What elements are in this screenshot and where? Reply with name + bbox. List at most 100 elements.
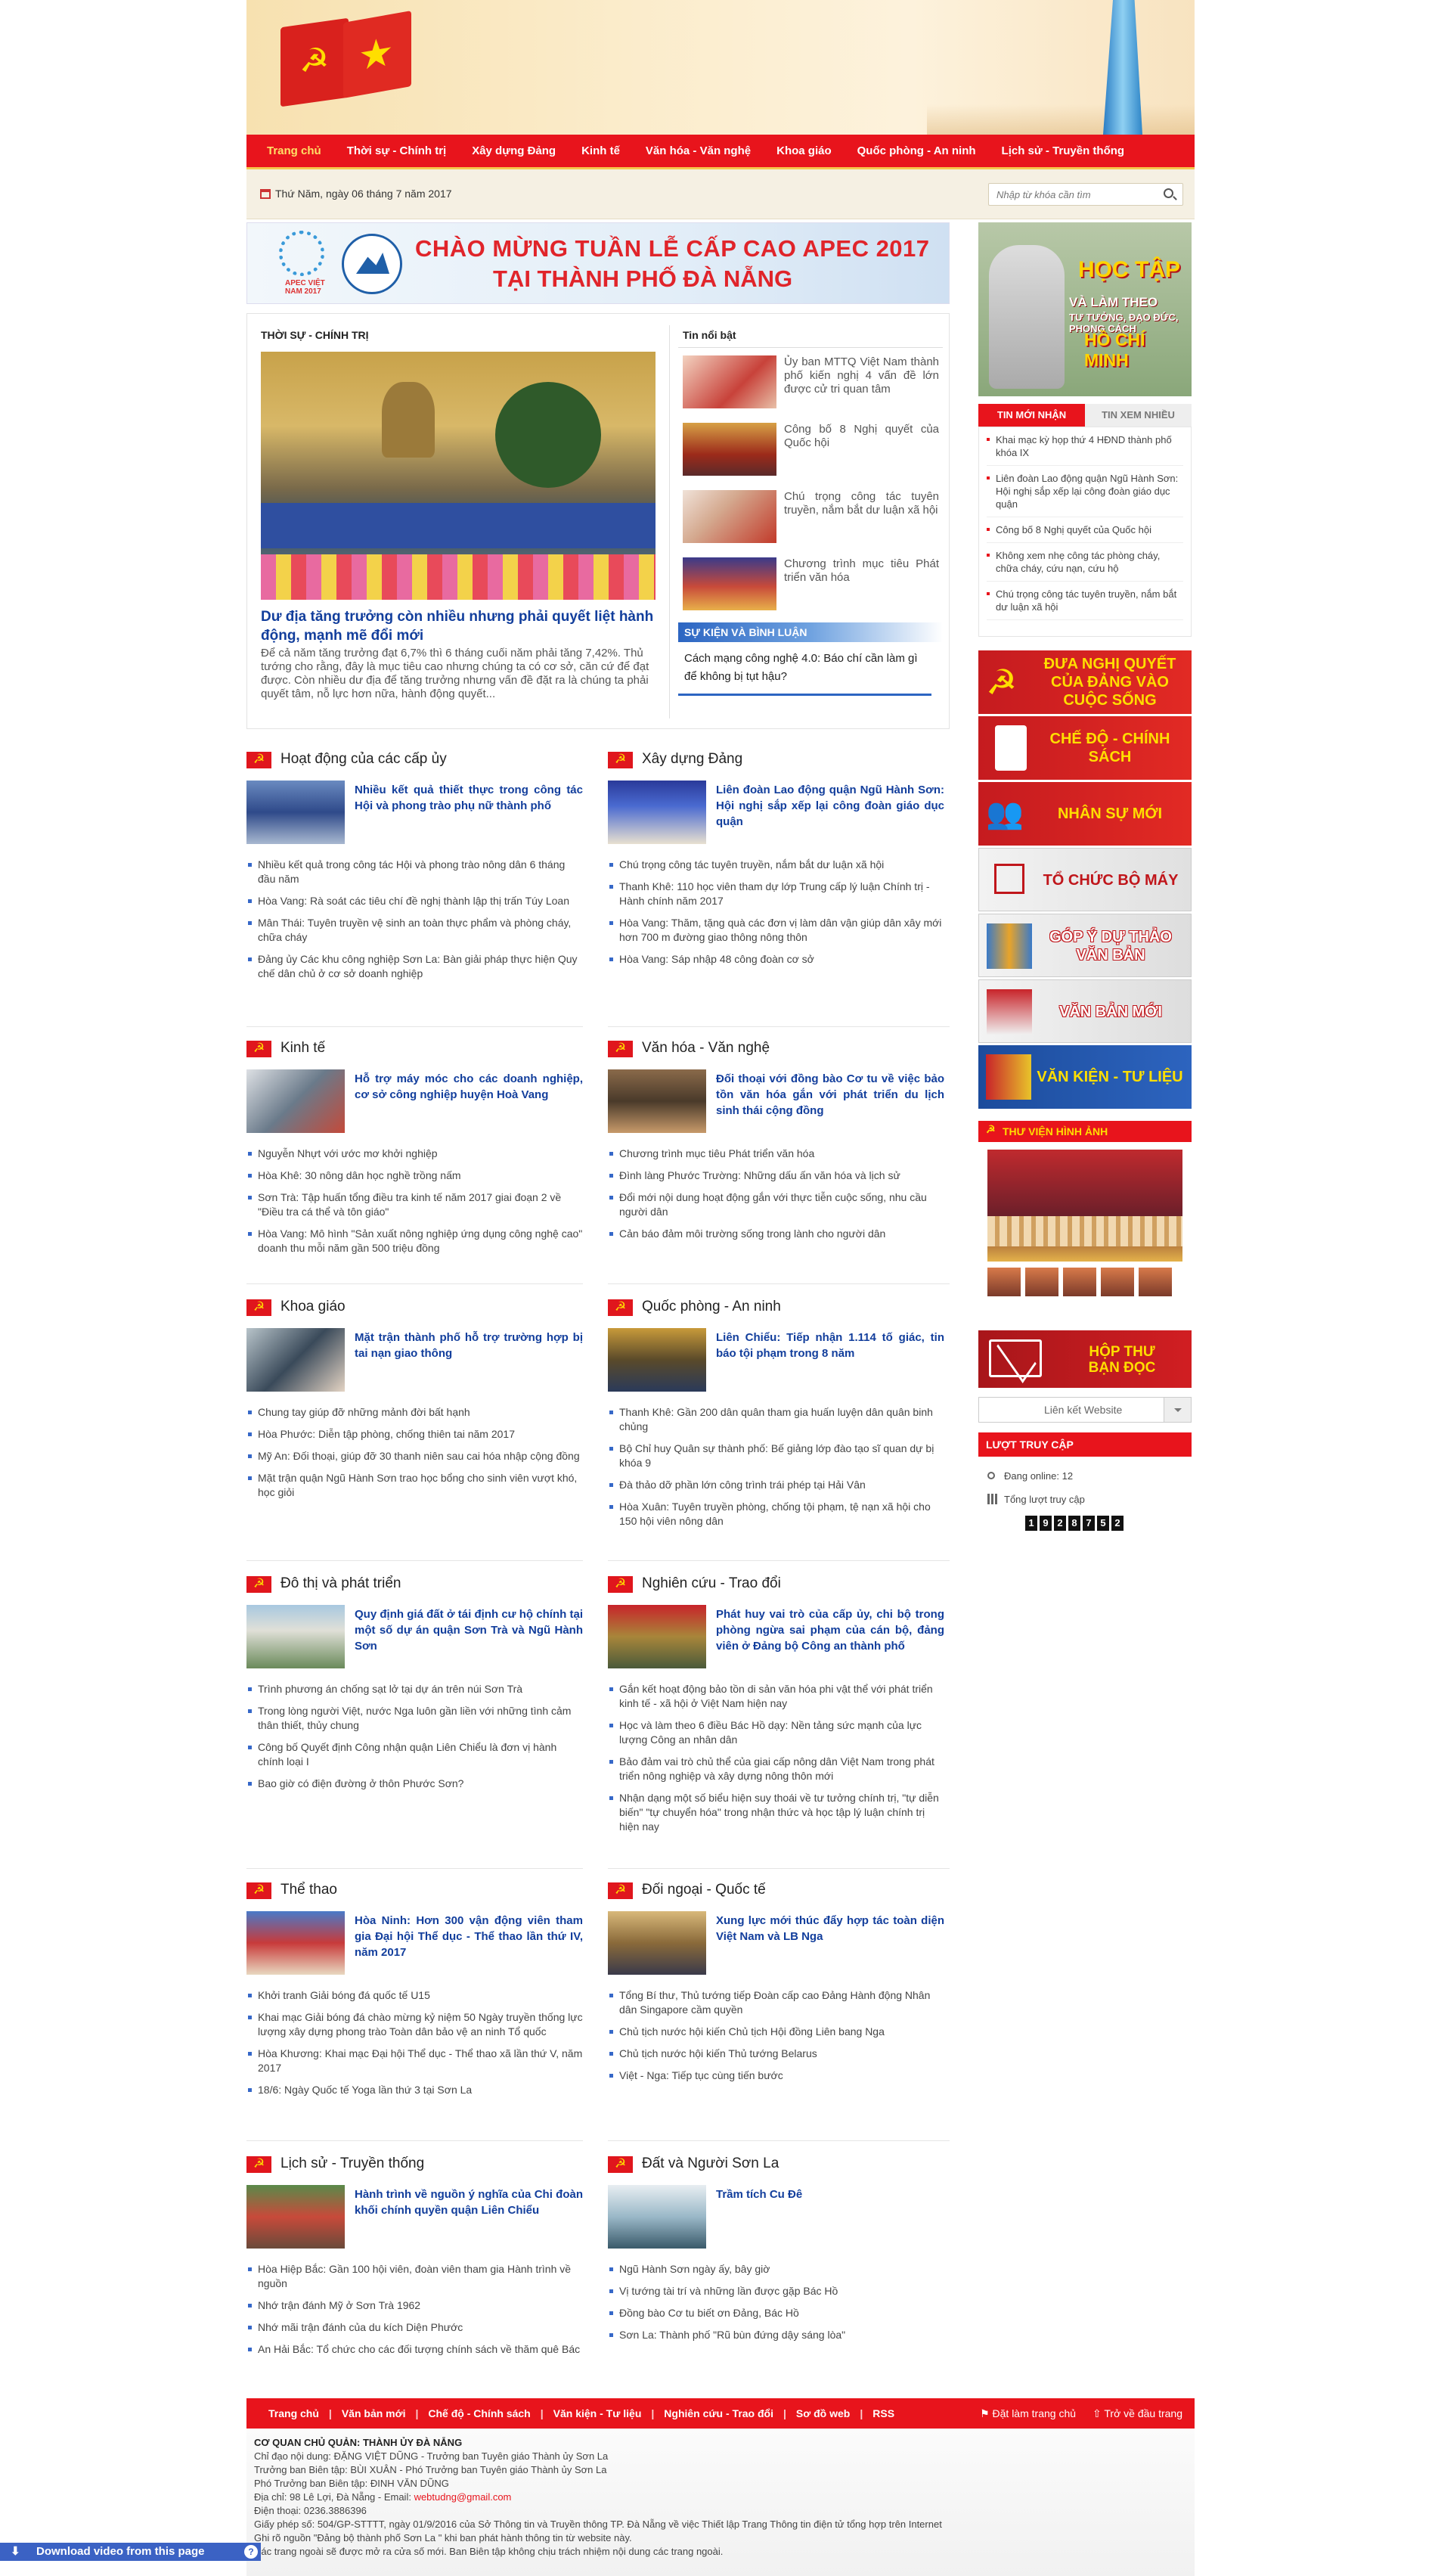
lead-title[interactable]: Quy định giá đất ở tái định cư hộ chính … (355, 1606, 583, 1654)
news-thumbnail[interactable] (246, 781, 345, 844)
set-homepage-link[interactable]: ⚑ Đặt làm trang chủ (980, 2398, 1076, 2429)
list-item[interactable]: 18/6: Ngày Quốc tế Yoga lần thứ 3 tại Sơ… (246, 2083, 583, 2097)
news-thumbnail[interactable] (246, 1911, 345, 1975)
tab-latest[interactable]: TIN MỚI NHẬN (978, 404, 1085, 427)
list-item[interactable]: Gắn kết hoạt động bảo tồn di sản văn hóa… (608, 1682, 944, 1711)
news-thumbnail[interactable] (608, 1605, 706, 1668)
list-item[interactable]: Liên đoàn Lao động quận Ngũ Hành Sơn: Hộ… (987, 472, 1183, 517)
list-item[interactable]: Hòa Vang: Sáp nhập 48 công đoàn cơ sở (608, 952, 944, 967)
nav-item-party-building[interactable]: Xây dựng Đảng (459, 134, 569, 169)
list-item[interactable]: Thanh Khê: 110 học viên tham dự lớp Trun… (608, 880, 944, 908)
list-item[interactable]: Khai mạc kỳ họp thứ 4 HĐND thành phố khó… (987, 433, 1183, 466)
ho-chi-minh-banner[interactable]: HỌC TẬP VÀ LÀM THEO TƯ TƯỞNG, ĐẠO ĐỨC, P… (978, 222, 1192, 396)
lead-title[interactable]: Đối thoại với đồng bào Cơ tu về việc bảo… (716, 1071, 944, 1119)
section-title[interactable]: Đất và Người Sơn La (642, 2155, 779, 2172)
library-photo[interactable] (987, 1150, 1182, 1262)
news-thumbnail[interactable] (608, 1069, 706, 1133)
list-item[interactable]: Mỹ An: Đối thoại, giúp đỡ 30 thanh niên … (246, 1449, 583, 1463)
nav-item-history[interactable]: Lịch sử - Truyền thống (989, 134, 1138, 169)
news-thumbnail[interactable] (246, 2185, 345, 2249)
list-item[interactable]: Hòa Khê: 30 nông dân học nghề trồng nấm (246, 1169, 583, 1183)
search-input[interactable] (989, 184, 1151, 205)
list-item[interactable]: Chú trọng công tác tuyên truyền, nắm bắt… (608, 858, 944, 872)
reader-mailbox[interactable]: HỘP THƯ BẠN ĐỌC (978, 1330, 1192, 1388)
news-thumbnail[interactable] (683, 355, 776, 408)
list-item[interactable]: Thanh Khê: Gần 200 dân quân tham gia huấ… (608, 1405, 944, 1434)
hot-news-item[interactable]: Ủy ban MTTQ Việt Nam thành phố kiến nghị… (678, 349, 943, 415)
news-thumbnail[interactable] (683, 490, 776, 543)
list-item[interactable]: Chú trọng công tác tuyên truyền, nắm bắt… (987, 588, 1183, 620)
list-item[interactable]: Nhớ trận đánh Mỹ ở Sơn Trà 1962 (246, 2298, 583, 2313)
events-title[interactable]: Cách mạng công nghệ 4.0: Báo chí cần làm… (678, 642, 931, 696)
back-to-top-link[interactable]: ⇧ Trở về đầu trang (1093, 2398, 1182, 2429)
list-item[interactable]: An Hải Bắc: Tổ chức cho các đối tượng ch… (246, 2342, 583, 2357)
events-label[interactable]: SỰ KIỆN VÀ BÌNH LUẬN (678, 622, 943, 642)
nav-item-politics[interactable]: Thời sự - Chính trị (334, 134, 460, 169)
list-item[interactable]: Mặt trận quận Ngũ Hành Sơn trao học bổng… (246, 1471, 583, 1500)
list-item[interactable]: Chương trình mục tiêu Phát triển văn hóa (608, 1147, 944, 1161)
nav-item-defense[interactable]: Quốc phòng - An ninh (845, 134, 989, 169)
footer-email-link[interactable]: webtudng@gmail.com (414, 2491, 512, 2503)
featured-photo[interactable] (261, 352, 656, 600)
section-title[interactable]: Thể thao (280, 1882, 337, 1898)
lead-title[interactable]: Phát huy vai trò của cấp ủy, chi bộ tron… (716, 1606, 944, 1654)
footer-link-new-docs[interactable]: Văn bản mới (332, 2398, 416, 2429)
chevron-down-icon[interactable] (1164, 1398, 1191, 1422)
footer-link-rss[interactable]: RSS (863, 2398, 904, 2429)
thumbnail[interactable] (1063, 1268, 1096, 1296)
tab-most-viewed[interactable]: TIN XEM NHIỀU (1085, 404, 1192, 427)
list-item[interactable]: Đà thảo dỡ phần lớn công trình trái phép… (608, 1478, 944, 1492)
banner-new-documents[interactable]: VĂN BẢN MỚI (978, 979, 1192, 1043)
featured-title[interactable]: Dư địa tăng trưởng còn nhiều nhưng phải … (261, 607, 656, 645)
news-thumbnail[interactable] (608, 2185, 706, 2249)
list-item[interactable]: Chủ tịch nước hội kiến Thủ tướng Belarus (608, 2047, 944, 2061)
banner-policy[interactable]: CHẾ ĐỘ - CHÍNH SÁCH (978, 716, 1192, 780)
footer-link-archives[interactable]: Văn kiện - Tư liệu (544, 2398, 652, 2429)
lead-title[interactable]: Hòa Ninh: Hơn 300 vận động viên tham gia… (355, 1913, 583, 1960)
list-item[interactable]: Vị tướng tài trí và những lần được gặp B… (608, 2284, 944, 2298)
section-title[interactable]: Nghiên cứu - Trao đổi (642, 1575, 781, 1592)
list-item[interactable]: Bộ Chỉ huy Quân sự thành phố: Bế giảng l… (608, 1442, 944, 1470)
news-thumbnail[interactable] (246, 1328, 345, 1392)
news-thumbnail[interactable] (608, 781, 706, 844)
thumbnail[interactable] (1025, 1268, 1058, 1296)
list-item[interactable]: Hòa Khương: Khai mạc Đại hội Thể dục - T… (246, 2047, 583, 2075)
list-item[interactable]: Nhiều kết quả trong công tác Hội và phon… (246, 858, 583, 886)
list-item[interactable]: Bao giờ có điện đường ở thôn Phước Sơn? (246, 1777, 583, 1791)
hot-news-item[interactable]: Công bố 8 Nghị quyết của Quốc hội (678, 417, 943, 483)
news-thumbnail[interactable] (683, 557, 776, 610)
section-title[interactable]: Đối ngoại - Quốc tế (642, 1882, 766, 1898)
lead-title[interactable]: Nhiều kết quả thiết thực trong công tác … (355, 782, 583, 814)
list-item[interactable]: Công bố 8 Nghị quyết của Quốc hội (987, 523, 1183, 543)
news-thumbnail[interactable] (683, 423, 776, 476)
search-icon[interactable] (1164, 188, 1173, 198)
lead-title[interactable]: Hành trình về nguồn ý nghĩa của Chi đoàn… (355, 2186, 583, 2218)
list-item[interactable]: Chủ tịch nước hội kiến Chủ tịch Hội đồng… (608, 2025, 944, 2039)
download-video-bar[interactable]: Download video from this page? (0, 2543, 261, 2561)
list-item[interactable]: Ngũ Hành Sơn ngày ấy, bây giờ (608, 2262, 944, 2277)
lead-title[interactable]: Liên đoàn Lao động quận Ngũ Hành Sơn: Hộ… (716, 782, 944, 830)
thumbnail[interactable] (1101, 1268, 1134, 1296)
list-item[interactable]: Học và làm theo 6 điều Bác Hồ dạy: Nền t… (608, 1718, 944, 1747)
list-item[interactable]: Nhận dạng một số biểu hiện suy thoái về … (608, 1791, 944, 1834)
banner-organization[interactable]: TỔ CHỨC BỘ MÁY (978, 848, 1192, 911)
banner-resolution[interactable]: ☭ ĐƯA NGHỊ QUYẾT CỦA ĐẢNG VÀO CUỘC SỐNG (978, 650, 1192, 714)
lead-title[interactable]: Liên Chiểu: Tiếp nhận 1.114 tố giác, tin… (716, 1330, 944, 1361)
news-thumbnail[interactable] (246, 1605, 345, 1668)
list-item[interactable]: Đồng bào Cơ tu biết ơn Đảng, Bác Hồ (608, 2306, 944, 2320)
section-title[interactable]: Hoạt động của các cấp ủy (280, 751, 447, 768)
list-item[interactable]: Đảng ủy Các khu công nghiệp Sơn La: Bàn … (246, 952, 583, 981)
list-item[interactable]: Không xem nhẹ công tác phòng cháy, chữa … (987, 549, 1183, 582)
list-item[interactable]: Đình làng Phước Trường: Những dấu ấn văn… (608, 1169, 944, 1183)
list-item[interactable]: Hòa Vang: Mô hình "Sản xuất nông nghiệp … (246, 1227, 583, 1255)
list-item[interactable]: Cản báo đảm môi trường sống trong lành c… (608, 1227, 944, 1241)
section-title[interactable]: Văn hóa - Văn nghệ (642, 1040, 770, 1057)
list-item[interactable]: Việt - Nga: Tiếp tục cùng tiến bước (608, 2069, 944, 2083)
list-item[interactable]: Công bố Quyết định Công nhận quận Liên C… (246, 1740, 583, 1769)
section-title[interactable]: Lịch sử - Truyền thống (280, 2155, 424, 2172)
list-item[interactable]: Hòa Hiệp Bắc: Gần 100 hội viên, đoàn viê… (246, 2262, 583, 2291)
list-item[interactable]: Tổng Bí thư, Thủ tướng tiếp Đoàn cấp cao… (608, 1988, 944, 2017)
list-item[interactable]: Nhớ mãi trận đánh của du kích Diện Phước (246, 2320, 583, 2335)
nav-item-culture[interactable]: Văn hóa - Văn nghệ (633, 134, 764, 169)
section-title[interactable]: Xây dựng Đảng (642, 751, 742, 768)
